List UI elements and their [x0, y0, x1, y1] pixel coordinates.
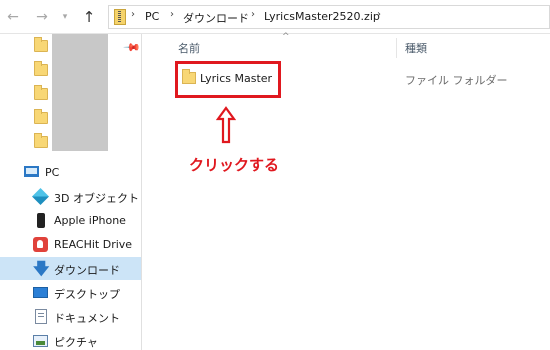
- annotation-text: クリックする: [189, 156, 280, 174]
- nav-item-pc[interactable]: PC: [0, 161, 141, 184]
- nav-item-label: PC: [45, 166, 60, 179]
- nav-item-apple-iphone[interactable]: Apple iPhone: [0, 209, 141, 232]
- phone-icon: [37, 213, 45, 228]
- breadcrumb-zip[interactable]: LyricsMaster2520.zip: [264, 10, 380, 23]
- file-type: ファイル フォルダー: [405, 74, 508, 87]
- picture-icon: [33, 335, 48, 347]
- back-arrow-icon[interactable]: ←: [4, 8, 22, 26]
- quick-access-folder-icon[interactable]: [34, 109, 48, 124]
- forward-arrow-icon[interactable]: →: [33, 8, 51, 26]
- nav-item-label: 3D オブジェクト: [54, 192, 139, 205]
- breadcrumb-separator-icon[interactable]: ›: [377, 9, 381, 20]
- desktop-icon: [33, 287, 48, 298]
- column-header-name[interactable]: 名前: [178, 40, 200, 56]
- annotation-up-arrow-icon: [216, 106, 236, 144]
- column-header-type[interactable]: 種類: [405, 40, 427, 56]
- file-list: 名前 ^ 種類 Lyrics Master ファイル フォルダー クリックする: [142, 32, 550, 350]
- breadcrumb-downloads[interactable]: ダウンロード: [183, 10, 249, 26]
- breadcrumb-pc[interactable]: PC: [145, 10, 159, 23]
- annotation-highlight-box: [175, 61, 281, 98]
- recent-locations-chevron-icon[interactable]: ▾: [59, 8, 71, 26]
- breadcrumb[interactable]: › PC › ダウンロード › LyricsMaster2520.zip ›: [108, 5, 550, 29]
- breadcrumb-separator-icon[interactable]: ›: [131, 9, 135, 20]
- nav-item-documents[interactable]: ドキュメント: [0, 305, 141, 328]
- column-divider[interactable]: [396, 38, 397, 58]
- quick-access-folder-icon[interactable]: [34, 85, 48, 100]
- computer-icon: [24, 166, 39, 177]
- sort-up-chevron-icon: ^: [282, 32, 290, 42]
- nav-item-3d-objects[interactable]: 3D オブジェクト: [0, 185, 141, 208]
- nav-item-label: REACHit Drive: [54, 238, 133, 251]
- nav-item-label: Apple iPhone: [54, 214, 126, 227]
- breadcrumb-separator-icon[interactable]: ›: [251, 9, 255, 20]
- redacted-quick-access-names: [52, 34, 108, 151]
- document-icon: [35, 309, 47, 324]
- nav-item-downloads[interactable]: 🡇 ダウンロード: [0, 257, 141, 280]
- quick-access-folder-icon[interactable]: [34, 133, 48, 148]
- navigation-pane: 📌 PC 3D オブジェクト Apple iPhone REACHit Driv…: [0, 34, 141, 350]
- nav-item-label: ピクチャ: [54, 336, 98, 349]
- nav-item-label: ドキュメント: [54, 312, 120, 325]
- quick-access-folder-icon[interactable]: [34, 61, 48, 76]
- download-icon: 🡇: [33, 259, 50, 278]
- quick-access-folder-icon[interactable]: [34, 37, 48, 52]
- up-arrow-icon[interactable]: ↑: [80, 8, 98, 26]
- zip-folder-icon: [114, 9, 126, 25]
- nav-item-desktop[interactable]: デスクトップ: [0, 281, 141, 304]
- nav-item-pictures[interactable]: ピクチャ: [0, 329, 141, 350]
- address-bar: ← → ▾ ↑ › PC › ダウンロード › LyricsMaster2520…: [0, 0, 550, 34]
- cube-icon: [32, 188, 49, 205]
- reachit-drive-icon: [33, 237, 48, 252]
- nav-item-reachit-drive[interactable]: REACHit Drive: [0, 233, 141, 256]
- nav-item-label: デスクトップ: [54, 288, 120, 301]
- pin-icon: 📌: [122, 38, 142, 57]
- breadcrumb-separator-icon[interactable]: ›: [170, 9, 174, 20]
- nav-item-label: ダウンロード: [54, 264, 120, 277]
